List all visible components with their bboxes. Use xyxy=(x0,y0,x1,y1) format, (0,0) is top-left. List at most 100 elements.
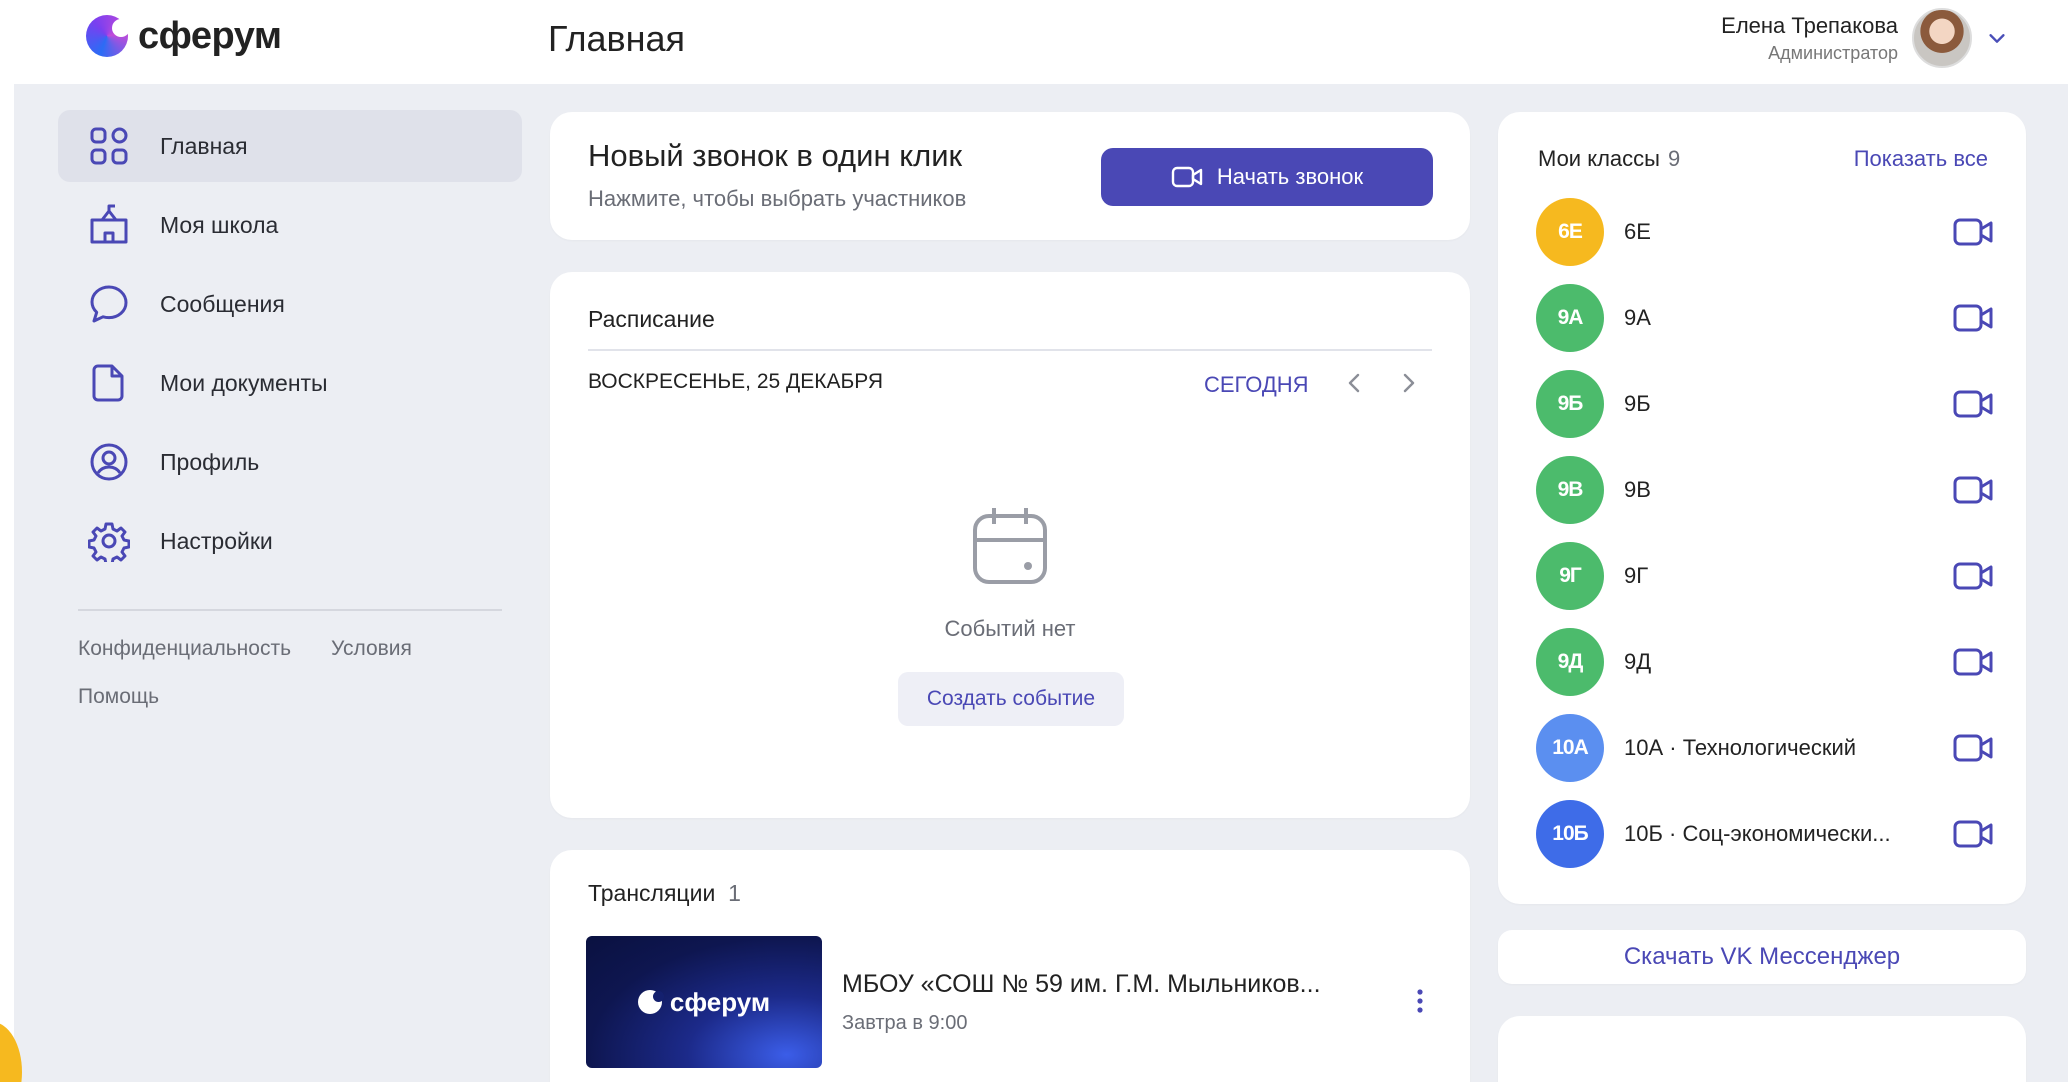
profile-icon xyxy=(88,441,130,483)
sidebar-item-documents[interactable]: Мои документы xyxy=(58,347,522,419)
video-camera-icon[interactable] xyxy=(1952,816,1996,852)
terms-link[interactable]: Условия xyxy=(331,637,412,661)
privacy-link[interactable]: Конфиденциальность xyxy=(78,637,291,661)
class-avatar: 9Д xyxy=(1536,628,1604,696)
start-call-button[interactable]: Начать звонок xyxy=(1101,148,1433,206)
sidebar-item-label: Моя школа xyxy=(160,211,279,238)
user-menu[interactable]: Елена Трепакова Администратор xyxy=(1721,8,2008,68)
class-row[interactable]: 10А 10А · Технологический xyxy=(1536,714,1996,782)
more-vertical-icon[interactable] xyxy=(1410,986,1430,1016)
start-call-label: Начать звонок xyxy=(1216,164,1364,189)
quick-call-subtitle: Нажмите, чтобы выбрать участников xyxy=(588,186,967,211)
class-name: 9Б xyxy=(1624,391,1651,416)
schedule-date: ВОСКРЕСЕНЬЕ, 25 ДЕКАБРЯ xyxy=(588,370,884,393)
sidebar-item-profile[interactable]: Профиль xyxy=(58,426,522,498)
broadcast-thumbnail[interactable]: сферум xyxy=(586,936,822,1068)
my-classes-card: Мои классы 9 Показать все 6Е 6Е 9А 9А 9Б 9Б 9В 9… xyxy=(1498,112,2026,904)
sidebar-item-messages[interactable]: Сообщения xyxy=(58,268,522,340)
class-name: 9Д xyxy=(1624,649,1652,674)
video-camera-icon[interactable] xyxy=(1952,300,1996,336)
broadcast-name[interactable]: МБОУ «СОШ № 59 им. Г.М. Мыльников... xyxy=(842,970,1321,999)
left-stripe xyxy=(0,84,14,1082)
sidebar-item-label: Сообщения xyxy=(160,290,285,317)
sidebar-divider xyxy=(78,609,502,611)
class-row[interactable]: 9Д 9Д xyxy=(1536,628,1996,696)
sidebar-item-label: Настройки xyxy=(160,527,273,554)
my-classes-count: 9 xyxy=(1667,146,1681,171)
schedule-card: Расписание ВОСКРЕСЕНЬЕ, 25 ДЕКАБРЯ СЕГОД… xyxy=(550,272,1470,818)
calendar-icon xyxy=(973,508,1047,584)
sidebar-item-label: Мои документы xyxy=(160,369,328,396)
thumbnail-logo-text: сферум xyxy=(669,986,771,1017)
my-classes-title: Мои классы 9 xyxy=(1538,146,1680,172)
sferum-logo-icon xyxy=(86,15,130,57)
grid-icon xyxy=(88,125,130,167)
user-name: Елена Трепакова xyxy=(1721,12,1898,38)
logo-text: сферум xyxy=(138,14,282,57)
my-classes-title-text: Мои классы xyxy=(1538,146,1660,171)
broadcasts-title: Трансляции 1 xyxy=(588,880,741,907)
sidebar: Главная Моя школа Сообщения Мои документ… xyxy=(58,110,522,733)
chevron-right-icon[interactable] xyxy=(1393,368,1423,398)
chevron-left-icon[interactable] xyxy=(1340,368,1370,398)
sferum-logo-icon xyxy=(637,990,664,1014)
broadcasts-count: 1 xyxy=(728,880,741,906)
quick-call-card: Новый звонок в один клик Нажмите, чтобы … xyxy=(550,112,1470,240)
sidebar-footer-links: Конфиденциальность Условия Помощь xyxy=(58,637,522,709)
logo[interactable]: сферум xyxy=(86,14,282,58)
sidebar-item-home[interactable]: Главная xyxy=(58,110,522,182)
chevron-down-icon[interactable] xyxy=(1986,27,2008,49)
broadcasts-title-text: Трансляции xyxy=(588,880,716,906)
class-avatar: 6Е xyxy=(1536,198,1604,266)
bottom-card xyxy=(1498,1016,2026,1082)
class-name: 9Г xyxy=(1624,563,1649,588)
download-vk-messenger-button[interactable]: Скачать VK Мессенджер xyxy=(1498,930,2026,984)
class-name: 9В xyxy=(1624,477,1651,502)
avatar[interactable] xyxy=(1912,8,1972,68)
schedule-divider xyxy=(588,349,1432,351)
class-row[interactable]: 9А 9А xyxy=(1536,284,1996,352)
create-event-button[interactable]: Создать событие xyxy=(898,672,1124,726)
help-link[interactable]: Помощь xyxy=(78,685,159,709)
video-camera-icon[interactable] xyxy=(1952,214,1996,250)
class-row[interactable]: 9Б 9Б xyxy=(1536,370,1996,438)
top-bar: сферум Главная Елена Трепакова Администр… xyxy=(0,0,2068,84)
video-camera-icon[interactable] xyxy=(1952,730,1996,766)
sidebar-item-school[interactable]: Моя школа xyxy=(58,189,522,261)
class-avatar: 9В xyxy=(1536,456,1604,524)
broadcast-time: Завтра в 9:00 xyxy=(842,1012,968,1034)
class-name: 6Е xyxy=(1624,219,1651,244)
class-name: 10Б · Соц-экономически... xyxy=(1624,821,1891,846)
class-row[interactable]: 6Е 6Е xyxy=(1536,198,1996,266)
video-camera-icon[interactable] xyxy=(1952,386,1996,422)
show-all-link[interactable]: Показать все xyxy=(1854,146,1988,172)
message-icon xyxy=(88,283,130,325)
class-name: 10А · Технологический xyxy=(1624,735,1857,760)
class-row[interactable]: 10Б 10Б · Соц-экономически... xyxy=(1536,800,1996,868)
sidebar-item-label: Главная xyxy=(160,132,248,159)
class-avatar: 9Г xyxy=(1536,542,1604,610)
user-role: Администратор xyxy=(1768,42,1898,63)
broadcasts-card: Трансляции 1 сферум МБОУ «СОШ № 59 им. Г… xyxy=(550,850,1470,1082)
class-row[interactable]: 9Г 9Г xyxy=(1536,542,1996,610)
sidebar-item-label: Профиль xyxy=(160,448,260,475)
school-icon xyxy=(88,204,130,246)
today-button[interactable]: СЕГОДНЯ xyxy=(1204,372,1309,398)
schedule-title: Расписание xyxy=(588,306,715,332)
class-avatar: 10Б xyxy=(1536,800,1604,868)
gear-icon xyxy=(88,520,130,562)
sidebar-item-settings[interactable]: Настройки xyxy=(58,505,522,577)
video-camera-icon xyxy=(1171,166,1203,188)
no-events-text: Событий нет xyxy=(944,616,1076,641)
class-row[interactable]: 9В 9В xyxy=(1536,456,1996,524)
class-avatar: 10А xyxy=(1536,714,1604,782)
quick-call-title: Новый звонок в один клик xyxy=(588,138,963,173)
video-camera-icon[interactable] xyxy=(1952,558,1996,594)
class-name: 9А xyxy=(1624,305,1651,330)
video-camera-icon[interactable] xyxy=(1952,472,1996,508)
class-avatar: 9А xyxy=(1536,284,1604,352)
document-icon xyxy=(88,362,130,404)
class-avatar: 9Б xyxy=(1536,370,1604,438)
video-camera-icon[interactable] xyxy=(1952,644,1996,680)
page-title: Главная xyxy=(548,18,686,59)
